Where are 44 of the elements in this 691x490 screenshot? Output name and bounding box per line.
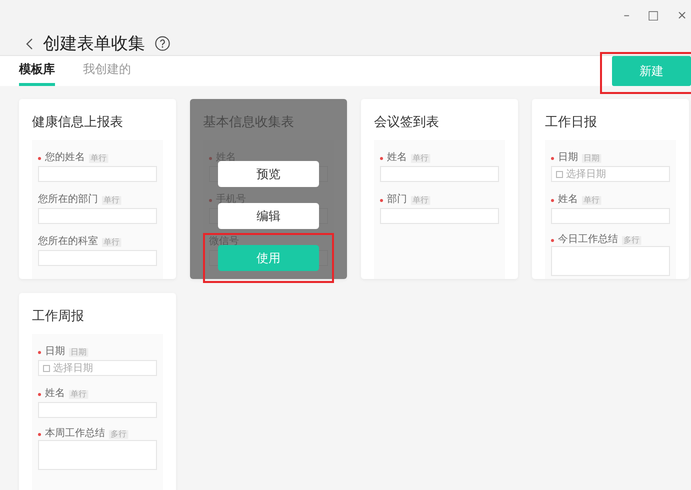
- field-type-tag: 多行: [622, 236, 642, 245]
- field-label: 今日工作总结: [558, 234, 618, 246]
- field-type-tag: 单行: [89, 154, 108, 162]
- template-title: 基本信息收集表: [203, 114, 295, 132]
- date-placeholder: 选择日期: [566, 168, 606, 181]
- template-title: 会议签到表: [374, 114, 440, 132]
- field-label: 您所在的部门: [38, 194, 98, 206]
- field-label: 日期: [45, 346, 65, 358]
- template-card[interactable]: 健康信息上报表 您的姓名 单行 您所在的部门 单行 您所在的科室 单行: [19, 99, 176, 279]
- action-button[interactable]: 编辑: [218, 203, 319, 229]
- template-title: 工作周报: [32, 308, 85, 326]
- date-placeholder: 选择日期: [53, 362, 93, 375]
- calendar-icon: [556, 170, 563, 178]
- field-label: 姓名: [45, 388, 65, 400]
- field-type-tag: 日期: [69, 348, 88, 356]
- field-label: 日期: [558, 152, 578, 164]
- template-title: 工作日报: [545, 114, 598, 132]
- window-title: 创建表单收集: [43, 33, 145, 55]
- template-card[interactable]: 工作周报 日期 日期 选择日期 姓名 单行 本周工作总结 多行: [19, 293, 176, 490]
- field-type-tag: 单行: [102, 238, 122, 246]
- field-type-tag: 单行: [69, 390, 88, 398]
- field-type-tag: 单行: [582, 196, 602, 204]
- field-label: 姓名: [387, 152, 407, 164]
- field-type-tag: 单行: [411, 154, 430, 162]
- field-label: 您所在的科室: [38, 236, 98, 248]
- field-type-tag: 单行: [411, 196, 430, 204]
- window-control[interactable]: –: [624, 8, 630, 22]
- field-label: 本周工作总结: [45, 428, 105, 440]
- field-label: 姓名: [558, 194, 578, 206]
- field-label: 部门: [387, 194, 407, 206]
- template-title: 健康信息上报表: [32, 114, 124, 132]
- tab[interactable]: 模板库: [19, 56, 55, 86]
- window-control[interactable]: □: [648, 8, 659, 22]
- template-card[interactable]: 会议签到表 姓名 单行 部门 单行: [361, 99, 518, 279]
- help-icon[interactable]: [155, 36, 170, 51]
- field-type-tag: 日期: [582, 154, 602, 162]
- back-icon[interactable]: [26, 38, 33, 50]
- window-control[interactable]: ×: [676, 8, 687, 22]
- template-card[interactable]: 工作日报 日期 日期 选择日期 姓名 单行 今日工作总结 多行: [532, 99, 689, 279]
- calendar-icon: [43, 364, 50, 372]
- field-type-tag: 多行: [109, 430, 128, 439]
- field-label: 您的姓名: [45, 152, 85, 164]
- field-type-tag: 单行: [102, 196, 122, 204]
- action-button[interactable]: 预览: [218, 161, 319, 187]
